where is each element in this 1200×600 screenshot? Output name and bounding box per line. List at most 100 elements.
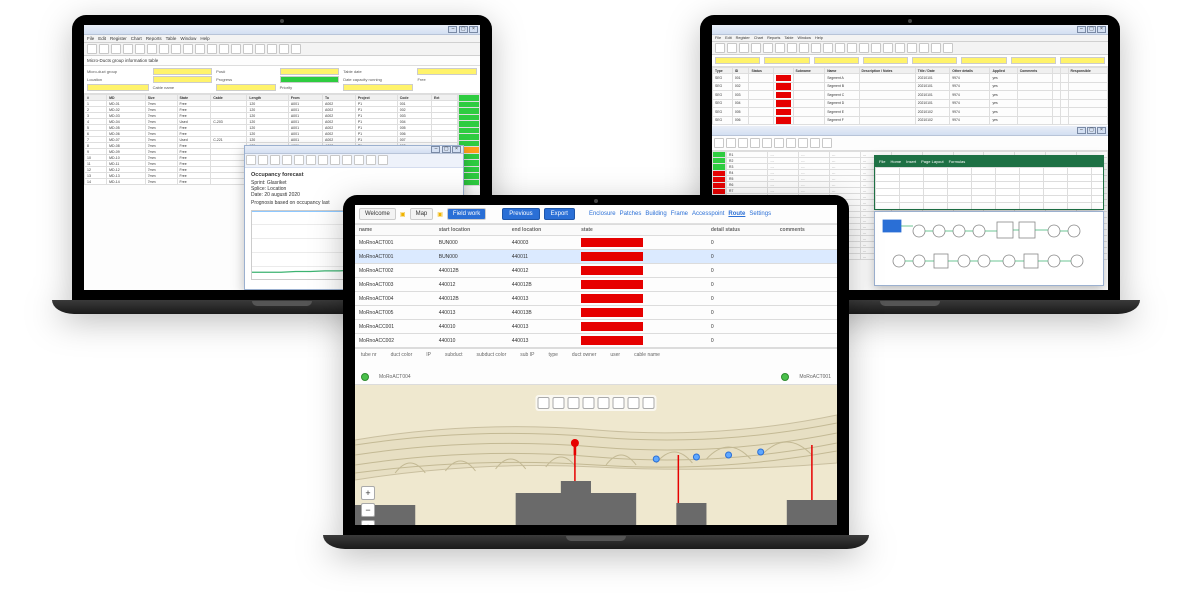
table-row[interactable]: MoRnoACT001BUN0004400030 [355,236,837,250]
toolbar-button[interactable] [871,43,881,53]
toolbar-button[interactable] [822,138,832,148]
toolbar-button[interactable] [726,138,736,148]
col-header[interactable]: name [355,225,435,236]
table-row[interactable]: SEG005Segment E202101029974yes [713,108,1108,117]
close-button[interactable]: × [469,26,478,33]
toolbar-button[interactable] [919,43,929,53]
toolbar-button[interactable] [739,43,749,53]
toolbar-button[interactable] [738,138,748,148]
table-row[interactable]: MoRnoACC0014400104400130 [355,320,837,334]
menu-help[interactable]: Help [815,36,823,40]
field[interactable] [715,57,760,64]
map-tool[interactable] [643,397,655,409]
menu-edit[interactable]: Edit [98,36,106,41]
menu-reports[interactable]: Reports [767,36,780,40]
tab-fieldwork[interactable]: Field work [447,208,486,220]
toolbar-button[interactable] [774,138,784,148]
menu-file[interactable]: File [715,36,721,40]
toolbar-button[interactable] [811,43,821,53]
popup-toolbar[interactable] [245,154,463,168]
nav-accesspoint[interactable]: Accesspoint [692,211,724,217]
excel-popup[interactable]: File Home Insert Page Layout Formulas [874,155,1104,210]
toolbar-button[interactable] [318,155,328,165]
toolbar-button[interactable] [763,43,773,53]
field-table-date[interactable] [417,68,477,75]
diagram-popup[interactable] [874,211,1104,286]
menu-chart[interactable]: Chart [131,36,142,41]
toolbar-button[interactable] [99,44,109,54]
toolbar-button[interactable] [727,43,737,53]
menu-table[interactable]: Table [784,36,793,40]
toolbar-button[interactable] [270,155,280,165]
map-tool[interactable] [553,397,565,409]
toolbar-button[interactable] [366,155,376,165]
field[interactable] [764,57,809,64]
toolbar-button[interactable] [306,155,316,165]
max-button[interactable]: ▢ [442,146,451,153]
col-header[interactable]: state [577,225,707,236]
toolbar-button[interactable] [342,155,352,165]
toolbar[interactable] [712,42,1108,55]
toolbar-button[interactable] [762,138,772,148]
field-location[interactable] [153,76,213,83]
min-button[interactable]: – [448,26,457,33]
menu-register[interactable]: Register [110,36,127,41]
nav-frame[interactable]: Frame [671,211,688,217]
toolbar-button[interactable] [159,44,169,54]
menu-reports[interactable]: Reports [146,36,162,41]
field-priority[interactable] [343,84,413,91]
map-zoom-controls[interactable]: + − ⌖ [361,486,375,525]
min-button[interactable]: – [1077,127,1086,134]
menu-chart[interactable]: Chart [754,36,763,40]
data-grid[interactable]: TypeIDStatusSubnameNameDescription / Not… [712,67,1108,125]
menu-edit[interactable]: Edit [725,36,732,40]
zoom-in-button[interactable]: + [361,486,375,500]
map-tool[interactable] [613,397,625,409]
toolbar-button[interactable] [207,44,217,54]
table-row[interactable]: SEG004Segment D202101019974yes [713,99,1108,108]
menu-bar[interactable]: File Edit Register Chart Reports Table W… [712,35,1108,42]
toolbar-button[interactable] [895,43,905,53]
tab-welcome[interactable]: Welcome [359,208,396,220]
min-button[interactable]: – [431,146,440,153]
close-button[interactable]: × [1097,127,1106,134]
excel-tab[interactable]: Page Layout [921,159,943,164]
toolbar-button[interactable] [823,43,833,53]
menu-window[interactable]: Window [180,36,196,41]
col-header[interactable]: end location [508,225,577,236]
toolbar-button[interactable] [258,155,268,165]
toolbar-button[interactable] [715,43,725,53]
excel-tab[interactable]: Insert [906,159,916,164]
nav-enclosure[interactable]: Enclosure [589,211,616,217]
toolbar-button[interactable] [883,43,893,53]
route-grid[interactable]: namestart locationend locationstatedetai… [355,224,837,348]
export-button[interactable]: Export [544,208,575,220]
menu-help[interactable]: Help [200,36,209,41]
field-micro-group[interactable] [153,68,213,75]
popup-titlebar[interactable]: – ▢ × [245,146,463,154]
toolbar-button[interactable] [294,155,304,165]
toolbar-button[interactable] [231,44,241,54]
close-button[interactable]: × [1097,26,1106,33]
field[interactable] [912,57,957,64]
table-row[interactable]: SEG001Segment A202101019974yes [713,74,1108,83]
toolbar-button[interactable] [279,44,289,54]
menu-window[interactable]: Window [797,36,811,40]
toolbar-button[interactable] [714,138,724,148]
toolbar-button[interactable] [123,44,133,54]
menu-file[interactable]: File [87,36,94,41]
menu-register[interactable]: Register [736,36,750,40]
excel-tab[interactable]: Formulas [949,159,966,164]
col-header[interactable]: start location [435,225,508,236]
sub-toolbar[interactable] [712,136,1108,151]
field-cable[interactable] [216,84,276,91]
map-tool[interactable] [628,397,640,409]
excel-tab[interactable]: Home [890,159,901,164]
field[interactable] [1011,57,1056,64]
sub-window-titlebar[interactable]: – ▢ × [712,126,1108,136]
locate-button[interactable]: ⌖ [361,520,375,525]
table-row[interactable]: MoRnoACT005440013440013B0 [355,306,837,320]
toolbar-button[interactable] [282,155,292,165]
toolbar-button[interactable] [291,44,301,54]
toolbar-button[interactable] [775,43,785,53]
